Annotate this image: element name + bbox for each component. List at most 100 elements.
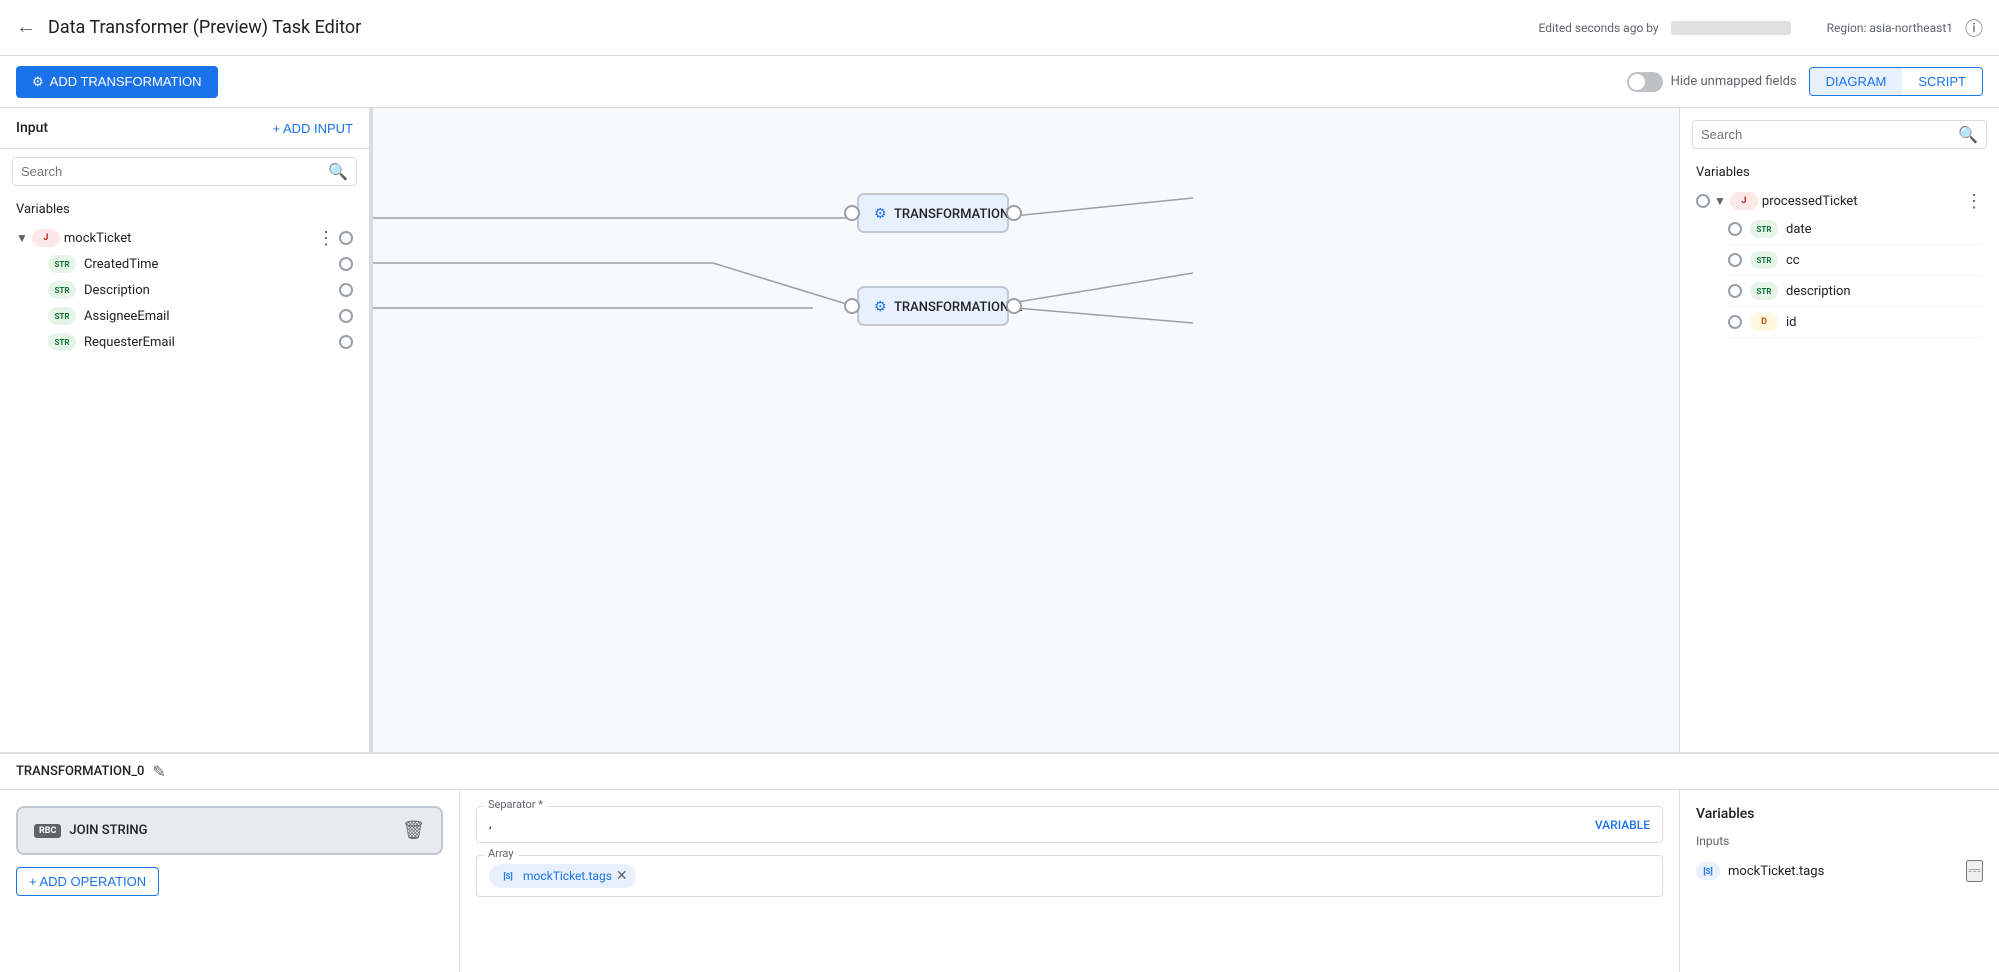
right-name-desc: description xyxy=(1786,284,1851,299)
port-left-1[interactable] xyxy=(845,206,859,220)
variable-children-mockticket: STR CreatedTime STR Description STR Assi… xyxy=(16,251,353,355)
right-conn-date[interactable] xyxy=(1728,222,1742,236)
right-var-description: STR description xyxy=(1728,276,1983,307)
transformation-1-node[interactable]: TRANSFORMATION_1 ⚙ xyxy=(845,194,1022,232)
left-search-input[interactable] xyxy=(21,164,328,179)
rvp-type-s: [S] xyxy=(1696,862,1720,880)
conn-line-5 xyxy=(993,198,1193,218)
tab-script[interactable]: SCRIPT xyxy=(1902,68,1982,95)
right-conn-id[interactable] xyxy=(1728,315,1742,329)
svg-text:TRANSFORMATION_1: TRANSFORMATION_1 xyxy=(894,207,1022,222)
add-input-button[interactable]: + ADD INPUT xyxy=(272,121,353,136)
input-panel-title: Input xyxy=(16,120,48,136)
back-button[interactable]: ← xyxy=(16,16,36,39)
view-tabs: DIAGRAM SCRIPT xyxy=(1809,67,1983,96)
conn-line-7 xyxy=(993,306,1193,323)
op-type-rbc: RBC xyxy=(34,824,61,838)
array-tag-mocktickettags: [S] mockTicket.tags ✕ xyxy=(489,864,636,888)
array-field-group: Array [S] mockTicket.tags ✕ xyxy=(476,855,1663,897)
edit-icon[interactable]: ✎ xyxy=(152,762,165,781)
copy-button-mocktickettags[interactable]: ⎓ xyxy=(1966,860,1983,882)
right-name-date: date xyxy=(1786,222,1812,237)
right-var-cc: STR cc xyxy=(1728,245,1983,276)
right-connector-processed[interactable] xyxy=(1696,194,1710,208)
canvas-svg: TRANSFORMATION_1 ⚙ TRANSFORMATION_2 ⚙ xyxy=(373,108,1679,752)
variable-group-mockticket: ▼ J mockTicket ⋮ STR CreatedTime STR Des… xyxy=(16,225,353,355)
gear-icon: ⚙ xyxy=(32,74,44,90)
arrow-icon: ▼ xyxy=(16,231,28,245)
tag-text: mockTicket.tags xyxy=(523,869,612,883)
port-left-2[interactable] xyxy=(845,299,859,313)
toggle-switch[interactable] xyxy=(1627,72,1663,92)
var-child-assigneeemail: STR AssigneeEmail xyxy=(48,303,353,329)
right-search-icon[interactable]: 🔍 xyxy=(1958,125,1978,144)
add-transformation-label: ADD TRANSFORMATION xyxy=(50,74,202,89)
svg-text:⚙: ⚙ xyxy=(874,206,887,222)
connector-dot-requester[interactable] xyxy=(339,335,353,349)
port-right-1[interactable] xyxy=(1007,206,1021,220)
operation-card-joinstring: RBC JOIN STRING 🗑 xyxy=(16,806,443,855)
variable-link[interactable]: VARIABLE xyxy=(1595,818,1650,832)
right-type-id: D xyxy=(1750,313,1778,331)
connector-dot-mockticket[interactable] xyxy=(339,231,353,245)
svg-text:⚙: ⚙ xyxy=(874,299,887,315)
right-variable-header[interactable]: ▼ J processedTicket ⋮ xyxy=(1696,188,1983,214)
right-variables-section: Variables ▼ J processedTicket ⋮ STR date xyxy=(1680,161,1999,346)
delete-operation-button[interactable]: 🗑 xyxy=(402,820,425,841)
conn-line-6 xyxy=(993,273,1193,306)
separator-label: Separator * xyxy=(484,798,547,811)
user-redacted xyxy=(1671,21,1791,35)
var-child-requesteremail: STR RequesterEmail xyxy=(48,329,353,355)
right-conn-cc[interactable] xyxy=(1728,253,1742,267)
rvp-name-mocktickettags: mockTicket.tags xyxy=(1728,864,1824,879)
array-input: [S] mockTicket.tags ✕ xyxy=(476,855,1663,897)
var-child-createdtime: STR CreatedTime xyxy=(48,251,353,277)
variables-label: Variables xyxy=(16,202,353,217)
canvas-area: TRANSFORMATION_1 ⚙ TRANSFORMATION_2 ⚙ xyxy=(373,108,1679,752)
right-var-date: STR date xyxy=(1728,214,1983,245)
connector-dot-createdtime[interactable] xyxy=(339,257,353,271)
more-button-mockticket[interactable]: ⋮ xyxy=(317,229,335,247)
connector-dot-description[interactable] xyxy=(339,283,353,297)
bottom-section: TRANSFORMATION_0 ✎ RBC JOIN STRING 🗑 + A… xyxy=(0,752,1999,972)
child-name-description: Description xyxy=(84,283,331,298)
tab-diagram[interactable]: DIAGRAM xyxy=(1810,68,1903,95)
child-name-createdtime: CreatedTime xyxy=(84,257,331,272)
left-search-box: 🔍 xyxy=(12,157,357,186)
add-operation-button[interactable]: + ADD OPERATION xyxy=(16,867,159,896)
variable-name-mockticket: mockTicket xyxy=(64,231,313,246)
add-transformation-button[interactable]: ⚙ ADD TRANSFORMATION xyxy=(16,66,218,98)
right-conn-desc[interactable] xyxy=(1728,284,1742,298)
conn-line-3 xyxy=(713,263,853,306)
right-type-desc: STR xyxy=(1750,282,1778,300)
info-icon[interactable]: ⓘ xyxy=(1965,15,1983,41)
op-name-joinstring: JOIN STRING xyxy=(69,823,147,838)
config-panel: Separator * , VARIABLE Array [S] mockTic… xyxy=(460,790,1679,972)
type-badge-str-3: STR xyxy=(48,307,76,325)
right-search-input[interactable] xyxy=(1701,127,1958,142)
type-badge-str: STR xyxy=(48,255,76,273)
region-label: Region: asia-northeast1 xyxy=(1827,21,1953,35)
left-variables-section: Variables ▼ J mockTicket ⋮ STR CreatedTi… xyxy=(0,194,369,367)
transformation-2-node[interactable]: TRANSFORMATION_2 ⚙ xyxy=(845,287,1022,325)
toolbar: ⚙ ADD TRANSFORMATION Hide unmapped field… xyxy=(0,56,1999,108)
bottom-title-bar: TRANSFORMATION_0 ✎ xyxy=(0,754,1999,790)
main-layout: Input + ADD INPUT 🔍 Variables ▼ J mockTi… xyxy=(0,108,1999,752)
rvp-title: Variables xyxy=(1696,806,1983,822)
variable-header-mockticket[interactable]: ▼ J mockTicket ⋮ xyxy=(16,225,353,251)
chip-remove-button[interactable]: ✕ xyxy=(616,868,628,884)
right-arrow-icon: ▼ xyxy=(1714,194,1726,208)
right-type-date: STR xyxy=(1750,220,1778,238)
port-right-2[interactable] xyxy=(1007,299,1021,313)
separator-input: , VARIABLE xyxy=(476,806,1663,843)
left-search-icon[interactable]: 🔍 xyxy=(328,162,348,181)
right-more-button[interactable]: ⋮ xyxy=(1965,192,1983,210)
svg-text:TRANSFORMATION_2: TRANSFORMATION_2 xyxy=(894,300,1022,315)
operation-label: RBC JOIN STRING xyxy=(34,823,147,838)
separator-field-group: Separator * , VARIABLE xyxy=(476,806,1663,843)
child-name-requesteremail: RequesterEmail xyxy=(84,335,331,350)
connector-dot-assignee[interactable] xyxy=(339,309,353,323)
right-type-cc: STR xyxy=(1750,251,1778,269)
right-variable-children: STR date STR cc STR description xyxy=(1696,214,1983,338)
edited-meta: Edited seconds ago by xyxy=(1539,21,1659,35)
